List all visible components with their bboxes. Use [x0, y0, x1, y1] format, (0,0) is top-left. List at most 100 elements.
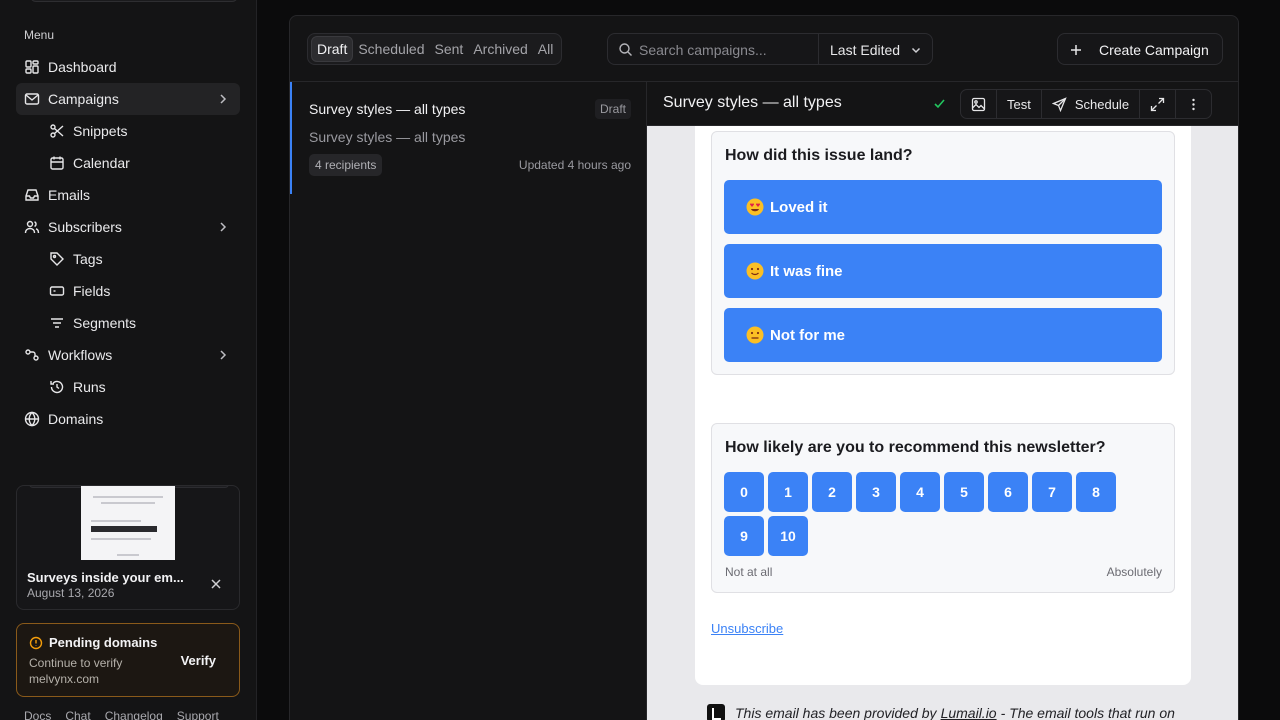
sidebar-item-tags[interactable]: Tags — [16, 243, 240, 275]
footer-links: Docs Chat Changelog Support — [24, 709, 219, 720]
detail-title: Survey styles — all types — [663, 94, 842, 111]
create-campaign-label: Create Campaign — [1099, 42, 1209, 58]
chat-link[interactable]: Chat — [65, 709, 90, 720]
menu-label: Menu — [24, 28, 55, 42]
campaign-list-item[interactable]: Survey styles — all types Draft Survey s… — [290, 82, 646, 194]
recipients-badge: 4 recipients — [309, 154, 383, 176]
docs-link[interactable]: Docs — [24, 709, 51, 720]
sidebar: Menu Dashboard Campaigns Snippets Calend… — [0, 0, 257, 720]
nps-option-7[interactable]: 7 — [1032, 472, 1072, 512]
send-icon — [1051, 96, 1067, 112]
survey-option-not-for-me[interactable]: Not for me — [724, 308, 1162, 362]
nps-option-8[interactable]: 8 — [1076, 472, 1116, 512]
close-icon[interactable] — [209, 577, 223, 591]
nps-option-3[interactable]: 3 — [856, 472, 896, 512]
sort-select[interactable]: Last Edited — [818, 33, 933, 65]
sidebar-item-subscribers[interactable]: Subscribers — [16, 211, 240, 243]
sidebar-item-label: Calendar — [73, 155, 130, 171]
verify-button[interactable]: Verify — [181, 653, 216, 668]
heart-eyes-emoji — [746, 198, 764, 216]
campaign-preview-card[interactable]: Surveys inside your em... August 13, 202… — [16, 485, 240, 610]
sidebar-item-domains[interactable]: Domains — [16, 403, 240, 435]
sidebar-item-label: Snippets — [73, 123, 128, 139]
sidebar-item-segments[interactable]: Segments — [16, 307, 240, 339]
lumail-link[interactable]: Lumail.io — [941, 705, 997, 720]
question-title: How likely are you to recommend this new… — [725, 439, 1106, 456]
chevron-down-icon — [911, 47, 921, 54]
fields-icon — [49, 286, 65, 296]
sidebar-item-label: Campaigns — [48, 91, 119, 107]
campaign-title: Survey styles — all types — [309, 101, 466, 117]
option-label: It was fine — [770, 262, 843, 280]
sidebar-item-fields[interactable]: Fields — [16, 275, 240, 307]
chevron-right-icon[interactable] — [216, 92, 230, 106]
sidebar-top-field[interactable] — [30, 0, 238, 2]
sidebar-item-label: Tags — [73, 251, 103, 267]
inbox-icon — [25, 189, 39, 201]
status-badge: Draft — [594, 99, 631, 119]
campaign-detail: Survey styles — all types Test Schedule — [647, 82, 1238, 720]
sidebar-item-emails[interactable]: Emails — [16, 179, 240, 211]
filter-archived[interactable]: Archived — [468, 37, 532, 61]
pending-description: Continue to verify melvynx.com — [29, 656, 123, 686]
dashboard-icon — [25, 60, 39, 74]
sidebar-item-label: Runs — [73, 379, 106, 395]
history-icon — [50, 380, 64, 394]
filter-scheduled[interactable]: Scheduled — [353, 37, 429, 61]
support-link[interactable]: Support — [177, 709, 219, 720]
plus-icon — [1071, 45, 1081, 55]
campaigns-toolbar: Draft Scheduled Sent Archived All Search… — [290, 16, 1238, 82]
chevron-right-icon[interactable] — [216, 220, 230, 234]
sidebar-item-runs[interactable]: Runs — [16, 371, 240, 403]
detail-header: Survey styles — all types Test Schedule — [647, 82, 1238, 126]
more-button[interactable] — [1176, 90, 1211, 118]
check-icon — [934, 99, 945, 109]
sidebar-item-calendar[interactable]: Calendar — [16, 147, 240, 179]
more-vertical-icon — [1192, 98, 1195, 110]
test-button[interactable]: Test — [997, 90, 1042, 118]
survey-question-nps: How likely are you to recommend this new… — [711, 423, 1175, 593]
survey-option-loved[interactable]: Loved it — [724, 180, 1162, 234]
nps-option-5[interactable]: 5 — [944, 472, 984, 512]
slight-smile-emoji — [746, 262, 764, 280]
nps-option-9[interactable]: 9 — [724, 516, 764, 556]
sidebar-item-label: Fields — [73, 283, 111, 299]
preview-title: Surveys inside your em... — [27, 570, 184, 585]
nps-option-1[interactable]: 1 — [768, 472, 808, 512]
nps-option-2[interactable]: 2 — [812, 472, 852, 512]
filter-all[interactable]: All — [533, 37, 559, 61]
sidebar-item-label: Domains — [48, 411, 104, 427]
nps-option-0[interactable]: 0 — [724, 472, 764, 512]
alert-circle-icon — [29, 636, 43, 650]
unsubscribe-link[interactable]: Unsubscribe — [711, 621, 783, 636]
expand-button[interactable] — [1140, 90, 1177, 118]
create-campaign-button[interactable]: Create Campaign — [1057, 33, 1223, 65]
sidebar-item-workflows[interactable]: Workflows — [16, 339, 240, 371]
changelog-link[interactable]: Changelog — [105, 709, 163, 720]
pending-domains-alert: Pending domains Continue to verify melvy… — [16, 623, 240, 697]
nps-option-10[interactable]: 10 — [768, 516, 808, 556]
status-filters: Draft Scheduled Sent Archived All — [307, 33, 563, 65]
campaigns-panel: Draft Scheduled Sent Archived All Search… — [289, 15, 1239, 720]
sidebar-item-snippets[interactable]: Snippets — [16, 115, 240, 147]
chevron-right-icon[interactable] — [216, 348, 230, 362]
nps-option-4[interactable]: 4 — [900, 472, 940, 512]
filter-draft[interactable]: Draft — [311, 36, 354, 62]
provided-suffix: - The email tools that run on — [1000, 705, 1175, 720]
preview-thumbnail — [81, 486, 175, 560]
sidebar-item-dashboard[interactable]: Dashboard — [16, 51, 240, 83]
calendar-icon — [50, 156, 64, 170]
search-campaigns-input[interactable]: Search campaigns... — [607, 33, 819, 65]
schedule-button[interactable]: Schedule — [1042, 90, 1141, 118]
search-placeholder: Search campaigns... — [639, 42, 767, 58]
nps-option-6[interactable]: 6 — [988, 472, 1028, 512]
sidebar-item-label: Subscribers — [48, 219, 122, 235]
image-button[interactable] — [961, 90, 997, 118]
filter-sent[interactable]: Sent — [430, 37, 469, 61]
scissors-icon — [50, 124, 64, 138]
sidebar-item-campaigns[interactable]: Campaigns — [16, 83, 240, 115]
test-label: Test — [1007, 96, 1031, 112]
email-preview-canvas: How did this issue land? Loved it It was… — [647, 126, 1238, 720]
survey-option-fine[interactable]: It was fine — [724, 244, 1162, 298]
updated-timestamp: Updated 4 hours ago — [518, 158, 631, 172]
